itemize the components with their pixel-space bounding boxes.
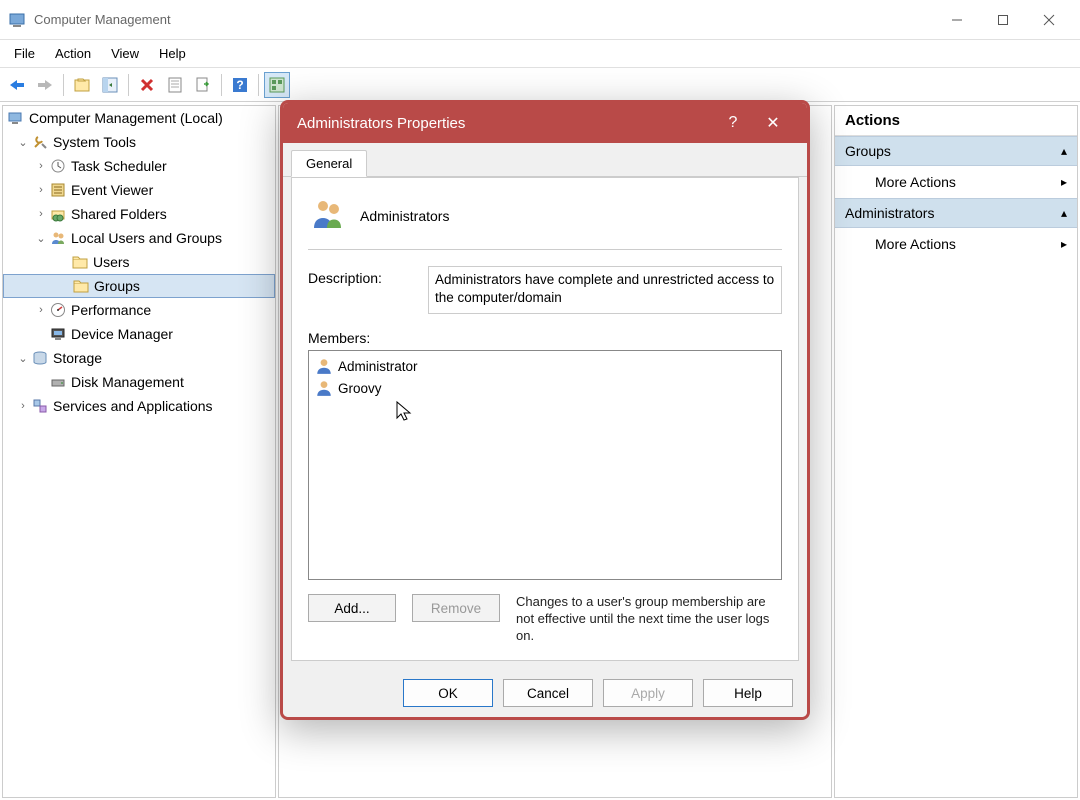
storage-icon	[31, 349, 49, 367]
user-icon	[315, 379, 333, 397]
clock-icon	[49, 157, 67, 175]
members-label: Members:	[308, 330, 782, 346]
chevron-right-icon: ▸	[1061, 175, 1067, 189]
tree-storage[interactable]: ⌄ Storage	[3, 346, 275, 370]
description-label: Description:	[308, 266, 408, 286]
dialog-close-button[interactable]: ✕	[753, 113, 793, 133]
expander-icon[interactable]: ›	[33, 184, 49, 196]
menu-action[interactable]: Action	[45, 42, 101, 65]
toolbar-separator	[221, 74, 222, 96]
forward-button[interactable]	[32, 72, 58, 98]
device-manager-icon	[49, 325, 67, 343]
collapse-icon[interactable]: ▴	[1061, 144, 1067, 158]
tree-system-tools[interactable]: ⌄ System Tools	[3, 130, 275, 154]
tree-shared-folders[interactable]: › Shared Folders	[3, 202, 275, 226]
tree-disk-management[interactable]: Disk Management	[3, 370, 275, 394]
membership-note: Changes to a user's group membership are…	[516, 594, 782, 645]
actions-section-groups[interactable]: Groups ▴	[835, 136, 1077, 166]
disk-icon	[49, 373, 67, 391]
menu-bar: File Action View Help	[0, 40, 1080, 68]
maximize-button[interactable]	[980, 0, 1026, 40]
back-button[interactable]	[4, 72, 30, 98]
tree-root[interactable]: Computer Management (Local)	[3, 106, 275, 130]
dialog-help-button[interactable]: ?	[713, 114, 753, 132]
tree-event-viewer[interactable]: › Event Viewer	[3, 178, 275, 202]
more-actions-administrators[interactable]: More Actions ▸	[835, 228, 1077, 260]
toolbar-separator	[63, 74, 64, 96]
expander-icon[interactable]: ⌄	[33, 232, 49, 245]
show-hide-tree-button[interactable]	[97, 72, 123, 98]
tree-users[interactable]: Users	[3, 250, 275, 274]
minimize-button[interactable]	[934, 0, 980, 40]
members-list[interactable]: Administrator Groovy	[308, 350, 782, 580]
window-title: Computer Management	[34, 12, 934, 27]
tree-task-scheduler[interactable]: › Task Scheduler	[3, 154, 275, 178]
help-button[interactable]: Help	[703, 679, 793, 707]
ok-button[interactable]: OK	[403, 679, 493, 707]
cancel-button[interactable]: Cancel	[503, 679, 593, 707]
expander-icon[interactable]: ⌄	[15, 352, 31, 365]
group-header: Administrators	[308, 192, 782, 250]
more-actions-groups[interactable]: More Actions ▸	[835, 166, 1077, 198]
services-icon	[31, 397, 49, 415]
folder-icon	[72, 277, 90, 295]
expander-icon[interactable]: ›	[33, 160, 49, 172]
description-field[interactable]: Administrators have complete and unrestr…	[428, 266, 782, 314]
dialog-title: Administrators Properties	[297, 115, 713, 132]
tools-icon	[31, 133, 49, 151]
add-button[interactable]: Add...	[308, 594, 396, 622]
window-titlebar: Computer Management	[0, 0, 1080, 40]
member-item[interactable]: Administrator	[313, 355, 777, 377]
actions-section-administrators[interactable]: Administrators ▴	[835, 198, 1077, 228]
up-button[interactable]	[69, 72, 95, 98]
toolbar: ?	[0, 68, 1080, 102]
collapse-icon[interactable]: ▴	[1061, 206, 1067, 220]
svg-text:?: ?	[236, 78, 243, 92]
actions-panel: Actions Groups ▴ More Actions ▸ Administ…	[834, 105, 1078, 798]
properties-button[interactable]	[162, 72, 188, 98]
dialog-tabs: General	[283, 143, 807, 177]
tree-device-manager[interactable]: Device Manager	[3, 322, 275, 346]
navigation-tree[interactable]: Computer Management (Local) ⌄ System Too…	[2, 105, 276, 798]
event-viewer-icon	[49, 181, 67, 199]
tree-services-apps[interactable]: › Services and Applications	[3, 394, 275, 418]
menu-help[interactable]: Help	[149, 42, 196, 65]
apply-button[interactable]: Apply	[603, 679, 693, 707]
shared-folders-icon	[49, 205, 67, 223]
group-icon	[310, 196, 346, 235]
remove-button[interactable]: Remove	[412, 594, 500, 622]
expander-icon[interactable]: ⌄	[15, 136, 31, 149]
help-button[interactable]: ?	[227, 72, 253, 98]
user-icon	[315, 357, 333, 375]
actions-header: Actions	[835, 106, 1077, 136]
expander-icon[interactable]: ›	[33, 304, 49, 316]
dialog-body: Administrators Description: Administrato…	[291, 177, 799, 661]
menu-view[interactable]: View	[101, 42, 149, 65]
dialog-titlebar: Administrators Properties ? ✕	[283, 103, 807, 143]
menu-file[interactable]: File	[4, 42, 45, 65]
users-groups-icon	[49, 229, 67, 247]
computer-icon	[7, 109, 25, 127]
toolbar-separator	[258, 74, 259, 96]
toolbar-separator	[128, 74, 129, 96]
tree-local-users-groups[interactable]: ⌄ Local Users and Groups	[3, 226, 275, 250]
chevron-right-icon: ▸	[1061, 237, 1067, 251]
performance-icon	[49, 301, 67, 319]
refresh-button[interactable]	[264, 72, 290, 98]
tree-groups[interactable]: Groups	[3, 274, 275, 298]
member-item[interactable]: Groovy	[313, 377, 777, 399]
close-button[interactable]	[1026, 0, 1072, 40]
delete-button[interactable]	[134, 72, 160, 98]
folder-icon	[71, 253, 89, 271]
export-button[interactable]	[190, 72, 216, 98]
expander-icon[interactable]: ›	[33, 208, 49, 220]
tree-performance[interactable]: › Performance	[3, 298, 275, 322]
group-name: Administrators	[360, 208, 449, 224]
expander-icon[interactable]: ›	[15, 400, 31, 412]
dialog-button-row: OK Cancel Apply Help	[283, 669, 807, 717]
app-icon	[8, 11, 26, 29]
tab-general[interactable]: General	[291, 150, 367, 177]
properties-dialog: Administrators Properties ? ✕ General Ad…	[280, 100, 810, 720]
